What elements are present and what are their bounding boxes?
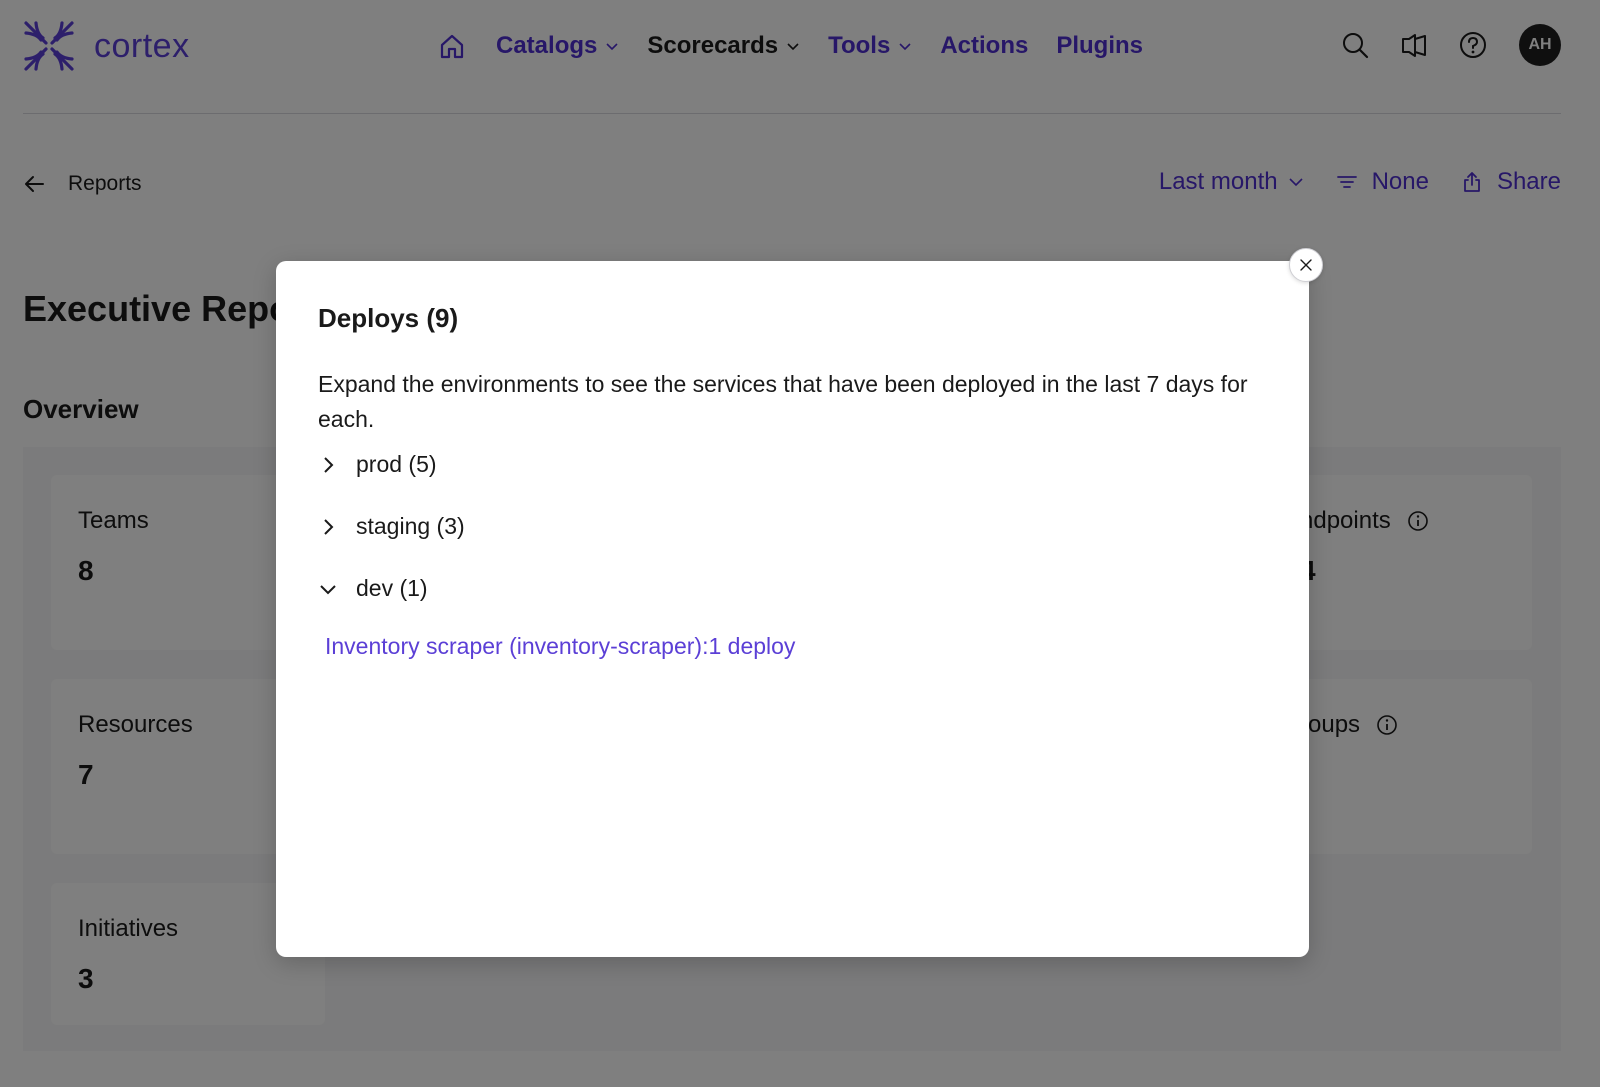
env-label: staging (3) [356,513,465,539]
env-toggle-dev[interactable]: dev (1) [318,575,428,602]
close-icon [1300,259,1312,271]
deploys-modal: Deploys (9) Expand the environments to s… [276,261,1309,957]
env-toggle-prod[interactable]: prod (5) [318,451,437,478]
env-label: prod (5) [356,451,437,477]
chevron-right-icon [324,456,334,473]
env-label: dev (1) [356,575,428,601]
service-link-inventory-scraper[interactable]: Inventory scraper (inventory-scraper):1 … [325,633,795,660]
chevron-down-icon [320,584,336,594]
modal-close-button[interactable] [1289,248,1323,282]
modal-description: Expand the environments to see the servi… [318,371,1248,432]
env-toggle-staging[interactable]: staging (3) [318,513,465,540]
chevron-right-icon [324,518,334,535]
modal-title: Deploys (9) [318,303,459,333]
